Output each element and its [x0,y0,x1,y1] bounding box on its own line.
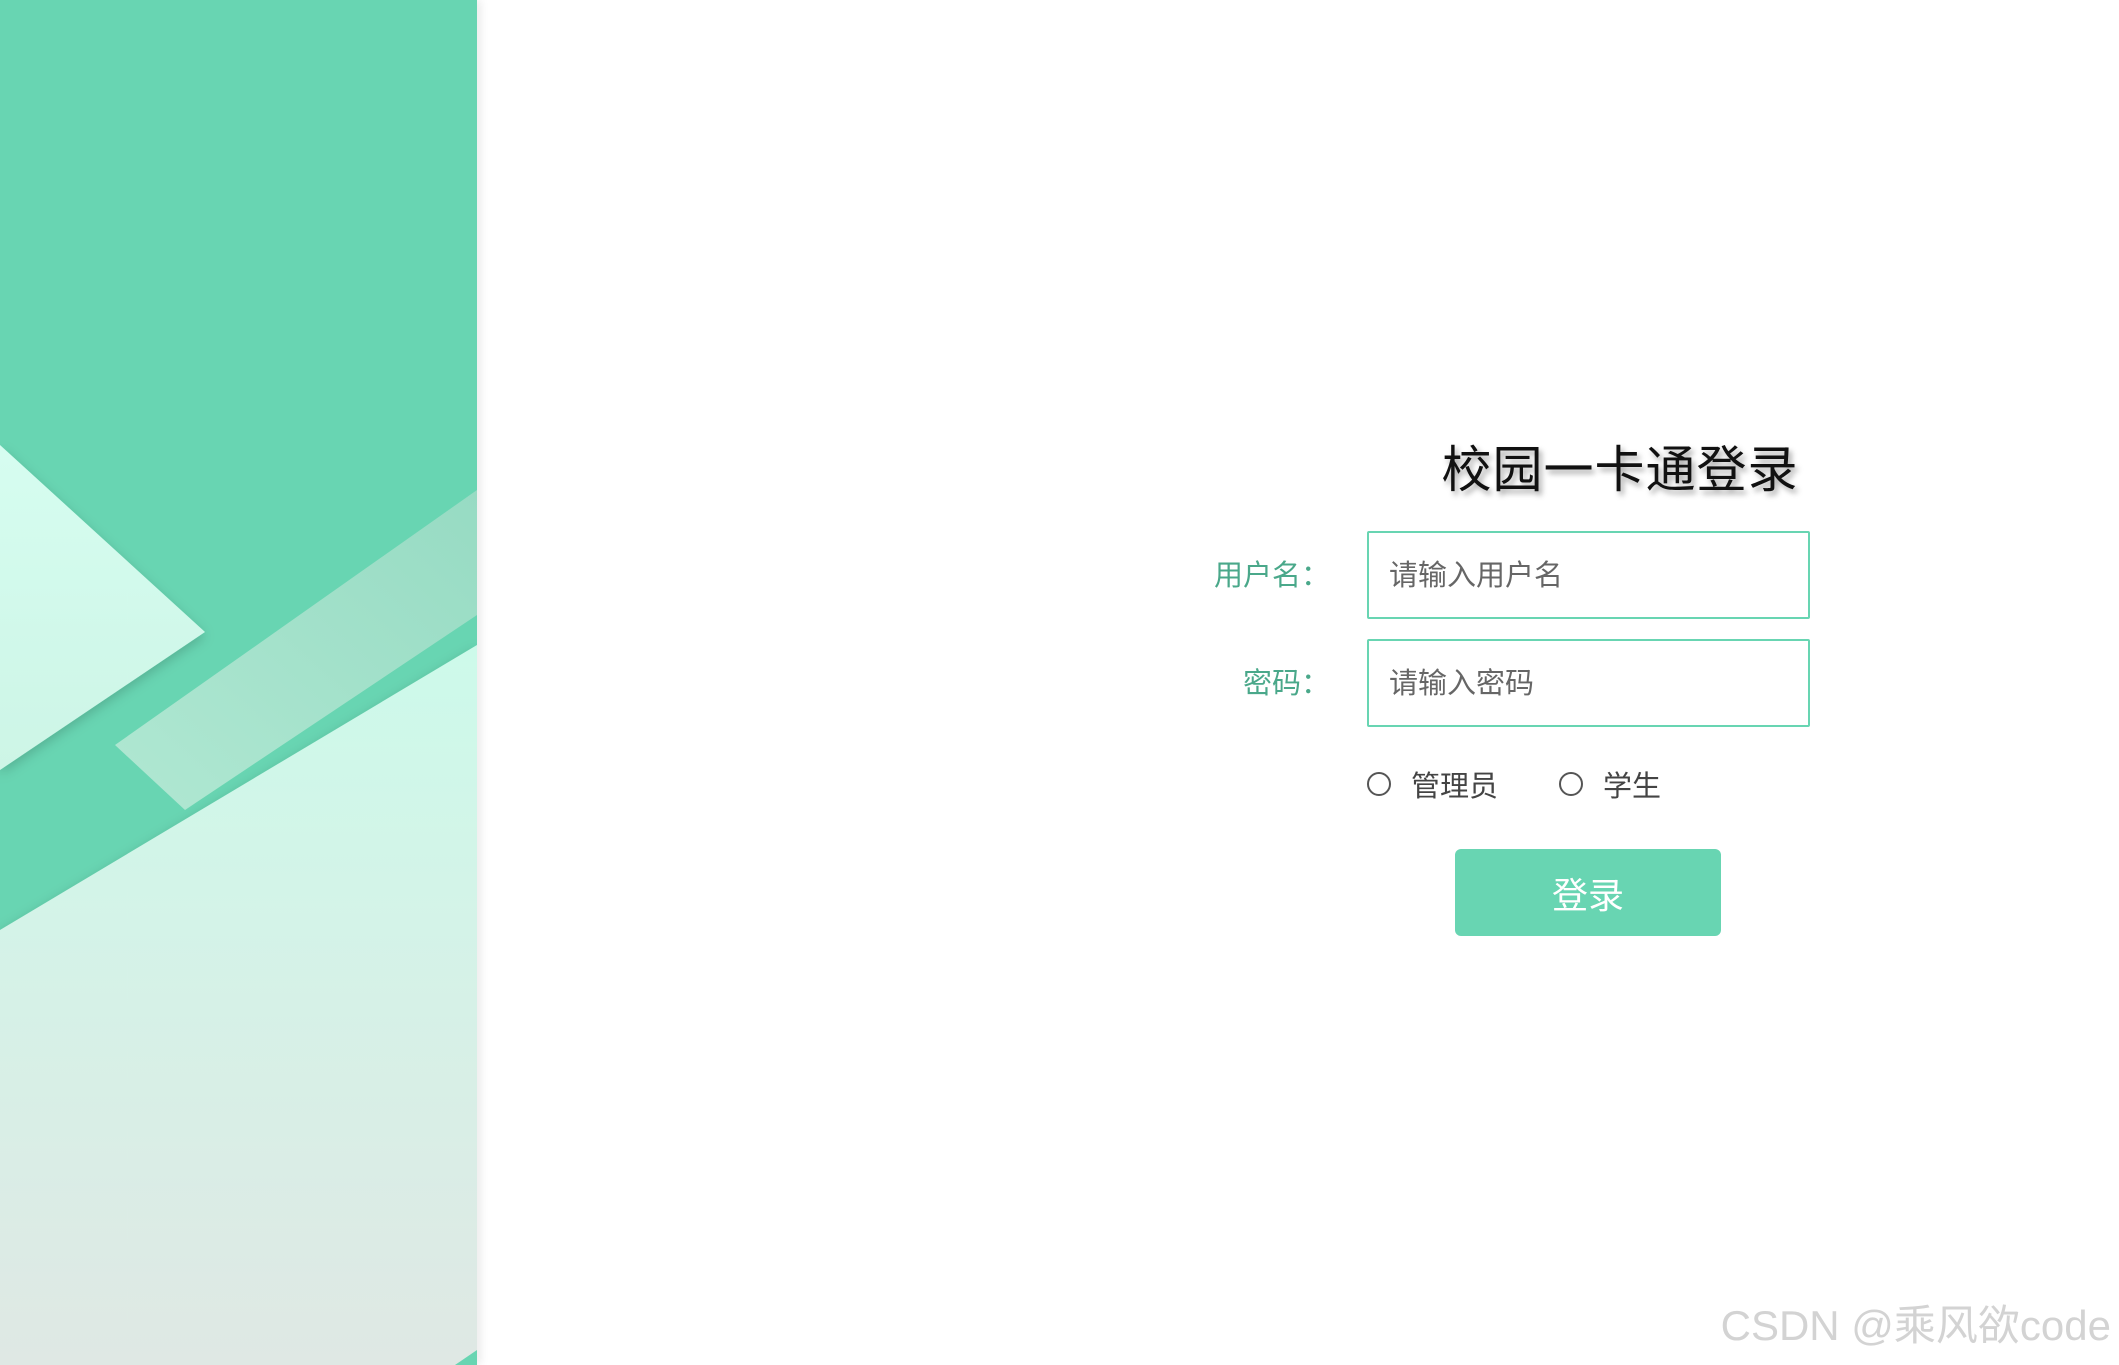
login-button[interactable]: 登录 [1455,849,1721,936]
page-title: 校园一卡通登录 [1441,441,1799,499]
password-row: 密码： [1170,639,1870,727]
student-radio-button[interactable] [1559,772,1583,796]
admin-radio-button[interactable] [1367,772,1391,796]
admin-radio-label: 管理员 [1411,769,1499,803]
username-label: 用户名： [1213,558,1330,592]
role-option-admin[interactable]: 管理员 [1367,760,1498,808]
login-page: 校园一卡通登录 用户名： 密码： 管理员 学生 登录 CSDN @乘风欲code [0,0,2119,1365]
decorative-geometric-shapes [0,0,477,1365]
password-input[interactable] [1367,639,1810,727]
login-form: 校园一卡通登录 用户名： 密码： 管理员 学生 登录 [1170,430,1870,950]
decorative-side-panel [0,0,477,1365]
password-label: 密码： [1242,666,1330,700]
username-input[interactable] [1367,531,1810,619]
student-radio-label: 学生 [1603,769,1662,803]
watermark-text: CSDN @乘风欲code [1720,1302,2111,1349]
role-selector: 管理员 学生 [1367,760,1807,808]
role-option-student[interactable]: 学生 [1559,760,1661,808]
username-row: 用户名： [1170,531,1870,619]
